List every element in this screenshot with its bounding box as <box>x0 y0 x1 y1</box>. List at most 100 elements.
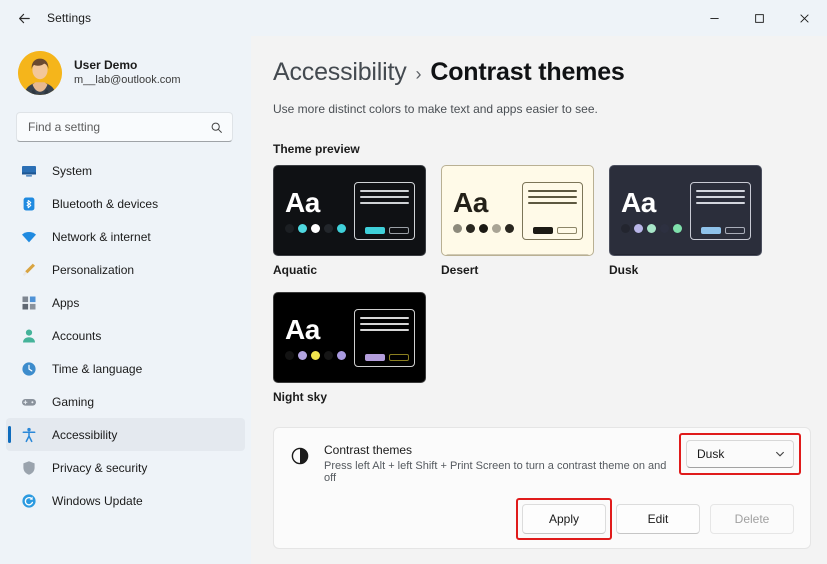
edit-button[interactable]: Edit <box>616 504 700 534</box>
sidebar-item-system[interactable]: System <box>6 154 245 187</box>
theme-sample-text: Aa <box>285 186 320 218</box>
wifi-icon <box>20 228 38 246</box>
apply-button[interactable]: Apply <box>522 504 606 534</box>
color-dot <box>466 223 475 233</box>
theme-color-dots <box>621 223 682 233</box>
monitor-icon <box>20 162 38 180</box>
theme-preview-grid: Aa Aquatic Aa Desert Aa Dusk Aa Night sk… <box>273 165 763 404</box>
contrast-themes-description: Press left Alt + left Shift + Print Scre… <box>324 460 667 484</box>
mock-lines <box>696 190 745 204</box>
contrast-themes-card: Contrast themes Press left Alt + left Sh… <box>273 427 811 549</box>
theme-preview-label: Theme preview <box>273 142 360 156</box>
color-dot <box>505 223 514 233</box>
color-dot <box>324 223 333 233</box>
card-shadow <box>278 381 421 382</box>
sidebar-item-label: Network & internet <box>52 229 151 244</box>
sidebar-item-bluetooth-devices[interactable]: Bluetooth & devices <box>6 187 245 220</box>
mock-outline-button <box>557 227 577 234</box>
settings-window: Settings User Demo m__lab@outlook.com Fi… <box>0 0 827 564</box>
sidebar-item-label: Accessibility <box>52 427 118 442</box>
color-dot <box>337 350 346 360</box>
sidebar-item-privacy-security[interactable]: Privacy & security <box>6 451 245 484</box>
apply-button-wrapper: Apply <box>516 498 612 540</box>
theme-window-mock <box>354 182 415 240</box>
theme-sample-group: Aa <box>621 186 682 233</box>
card-shadow <box>614 254 757 255</box>
color-dot <box>660 223 669 233</box>
clock-icon <box>20 360 38 378</box>
theme-sample-group: Aa <box>285 186 346 233</box>
theme-color-dots <box>285 223 346 233</box>
breadcrumb-parent[interactable]: Accessibility <box>273 58 407 87</box>
bluetooth-icon <box>20 195 38 213</box>
sidebar-item-label: Privacy & security <box>52 460 148 475</box>
avatar <box>18 51 62 95</box>
theme-card-aquatic[interactable]: Aa <box>273 165 426 256</box>
mock-outline-button <box>725 227 745 234</box>
sidebar-item-label: Gaming <box>52 394 95 409</box>
contrast-themes-row: Contrast themes Press left Alt + left Sh… <box>289 433 801 484</box>
color-dot <box>621 223 630 233</box>
sidebar-item-personalization[interactable]: Personalization <box>6 253 245 286</box>
sidebar-item-label: Bluetooth & devices <box>52 196 159 211</box>
color-dot <box>337 223 346 233</box>
person-icon <box>20 327 38 345</box>
contrast-theme-dropdown[interactable]: Dusk <box>686 440 794 468</box>
theme-cell-desert: Aa Desert <box>441 165 594 277</box>
sidebar-item-label: Windows Update <box>52 493 143 508</box>
breadcrumb-separator-icon: › <box>415 64 422 84</box>
color-dot <box>324 350 333 360</box>
contrast-theme-dropdown-wrapper: Dusk <box>679 433 801 475</box>
theme-card-desert[interactable]: Aa <box>441 165 594 256</box>
account-email: m__lab@outlook.com <box>74 74 181 87</box>
sidebar-item-windows-update[interactable]: Windows Update <box>6 484 245 517</box>
window-caption-buttons <box>692 0 827 36</box>
sidebar-item-label: Apps <box>52 295 80 310</box>
sidebar-item-label: Time & language <box>52 361 143 376</box>
theme-window-mock <box>522 182 583 240</box>
mock-buttons <box>360 354 409 361</box>
contrast-theme-selected-value: Dusk <box>697 447 725 461</box>
theme-sample-text: Aa <box>621 186 656 218</box>
color-dot <box>285 223 294 233</box>
color-dot <box>311 223 320 233</box>
color-dot <box>453 223 462 233</box>
delete-button: Delete <box>710 504 794 534</box>
maximize-button[interactable] <box>737 0 782 36</box>
theme-card-night-sky[interactable]: Aa <box>273 292 426 383</box>
theme-sample-group: Aa <box>285 313 346 360</box>
theme-name: Desert <box>441 263 479 277</box>
close-button[interactable] <box>782 0 827 36</box>
theme-sample-text: Aa <box>285 313 320 345</box>
mock-accent-button <box>533 227 553 234</box>
sidebar-item-accessibility[interactable]: Accessibility <box>6 418 245 451</box>
color-dot <box>634 223 643 233</box>
minimize-icon <box>710 17 719 19</box>
title-bar: Settings <box>0 0 827 36</box>
color-dot <box>298 223 307 233</box>
mock-outline-button <box>389 227 409 234</box>
search-placeholder: Find a setting <box>28 120 101 134</box>
color-dot <box>311 350 320 360</box>
theme-name: Dusk <box>609 263 639 277</box>
card-shadow <box>446 254 589 255</box>
breadcrumb: Accessibility › Contrast themes <box>273 58 801 87</box>
sidebar-item-gaming[interactable]: Gaming <box>6 385 245 418</box>
account-block[interactable]: User Demo m__lab@outlook.com <box>0 38 251 102</box>
brush-icon <box>20 261 38 279</box>
accessibility-icon <box>20 426 38 444</box>
sidebar-item-network-internet[interactable]: Network & internet <box>6 220 245 253</box>
back-button[interactable] <box>8 4 40 32</box>
mock-accent-button <box>365 354 385 361</box>
theme-window-mock <box>690 182 751 240</box>
card-shadow <box>278 254 421 255</box>
color-dot <box>298 350 307 360</box>
sidebar-item-time-language[interactable]: Time & language <box>6 352 245 385</box>
color-dot <box>647 223 656 233</box>
search-input[interactable]: Find a setting <box>16 112 233 142</box>
sidebar-item-apps[interactable]: Apps <box>6 286 245 319</box>
theme-card-dusk[interactable]: Aa <box>609 165 762 256</box>
minimize-button[interactable] <box>692 0 737 36</box>
theme-color-dots <box>453 223 514 233</box>
sidebar-item-accounts[interactable]: Accounts <box>6 319 245 352</box>
